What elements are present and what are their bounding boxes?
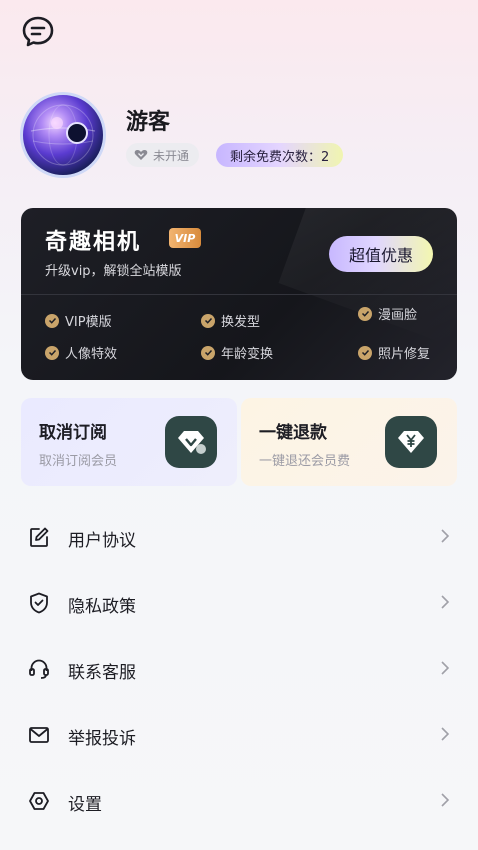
- chevron-right-icon: [441, 661, 450, 675]
- feature-label: 换发型: [221, 315, 261, 330]
- refund-card[interactable]: 一键退款 一键退还会员费: [241, 398, 457, 486]
- menu-item-privacy-policy[interactable]: 隐私政策: [0, 570, 478, 636]
- chevron-right-icon: [441, 529, 450, 543]
- feature-item: 照片修复: [358, 343, 430, 362]
- menu-label: 举报投诉: [68, 729, 136, 749]
- menu-label: 用户协议: [68, 531, 136, 551]
- action-subtitle: 取消订阅会员: [39, 454, 118, 469]
- vip-card[interactable]: 奇趣相机 VIP 升级vip，解锁全站模版 超值优惠 VIP模版 换发型 漫画脸…: [21, 208, 457, 380]
- check-icon: [45, 313, 59, 328]
- chevron-right-icon: [441, 793, 450, 807]
- chevron-right-icon: [441, 595, 450, 609]
- menu-label: 隐私政策: [68, 597, 136, 617]
- cancel-subscription-card[interactable]: 取消订阅 取消订阅会员: [21, 398, 237, 486]
- avatar[interactable]: [20, 92, 106, 178]
- action-title: 一键退款: [259, 423, 327, 443]
- chat-bubble-icon: [22, 16, 54, 47]
- action-title: 取消订阅: [39, 423, 107, 443]
- heart-icon: [134, 150, 148, 160]
- feature-label: 人像特效: [65, 347, 118, 362]
- feature-label: 漫画脸: [378, 308, 418, 323]
- action-subtitle: 一键退还会员费: [259, 454, 351, 469]
- check-icon: [358, 306, 372, 321]
- feature-item: 人像特效: [45, 343, 117, 362]
- chevron-right-icon: [441, 727, 450, 741]
- settings-menu: 用户协议 隐私政策 联系客服 举报投诉 设置: [0, 504, 478, 834]
- vip-subtitle: 升级vip，解锁全站模版: [45, 264, 182, 279]
- feature-item: 漫画脸: [358, 304, 417, 323]
- deal-button[interactable]: 超值优惠: [329, 236, 433, 272]
- message-button[interactable]: [20, 14, 60, 54]
- check-icon: [201, 345, 215, 360]
- globe-image: [30, 104, 96, 166]
- menu-item-report[interactable]: 举报投诉: [0, 702, 478, 768]
- menu-label: 联系客服: [68, 663, 136, 683]
- membership-status-badge: 未开通: [126, 143, 200, 167]
- mail-icon: [29, 727, 49, 743]
- username: 游客: [126, 110, 171, 135]
- menu-label: 设置: [68, 795, 102, 815]
- feature-label: VIP模版: [65, 315, 112, 330]
- settings-icon: [29, 792, 49, 810]
- membership-status-label: 未开通: [153, 148, 190, 163]
- feature-item: 年龄变换: [201, 343, 273, 362]
- check-icon: [358, 345, 372, 360]
- headset-icon: [29, 659, 49, 679]
- feature-item: 换发型: [201, 311, 260, 330]
- menu-item-settings[interactable]: 设置: [0, 768, 478, 834]
- menu-item-user-agreement[interactable]: 用户协议: [0, 504, 478, 570]
- divider: [21, 294, 457, 295]
- feature-label: 照片修复: [378, 347, 431, 362]
- vip-title: 奇趣相机: [45, 230, 142, 255]
- free-uses-badge: 剩余免费次数：2: [216, 143, 344, 167]
- check-icon: [45, 345, 59, 360]
- shield-icon: [30, 592, 48, 614]
- feature-label: 年龄变换: [221, 347, 274, 362]
- yen-diamond-icon: [385, 416, 437, 468]
- vip-badge: VIP: [169, 228, 201, 248]
- profile-section: 游客 未开通 剩余免费次数：2: [20, 92, 460, 182]
- menu-item-customer-service[interactable]: 联系客服: [0, 636, 478, 702]
- check-icon: [201, 313, 215, 328]
- edit-icon: [30, 527, 49, 547]
- feature-item: VIP模版: [45, 311, 112, 330]
- vip-diamond-icon: [165, 416, 217, 468]
- card-shine: [278, 208, 457, 345]
